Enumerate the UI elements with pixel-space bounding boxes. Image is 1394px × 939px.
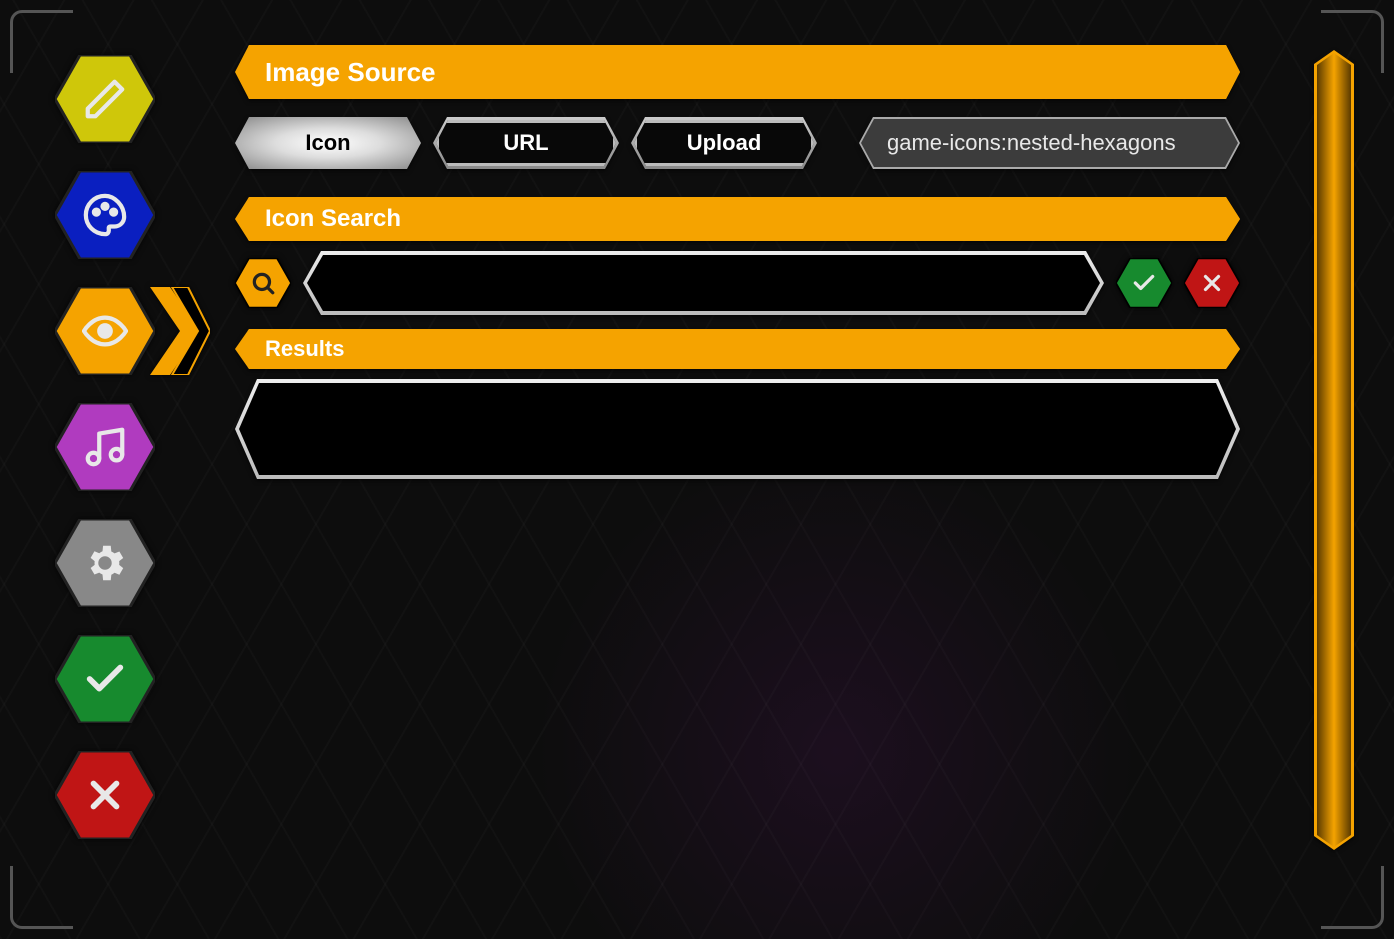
icon-search-input[interactable] <box>333 251 1078 317</box>
section-title: Results <box>235 329 1240 369</box>
scrollbar[interactable] <box>1314 50 1354 850</box>
tab-label: Icon <box>305 130 350 156</box>
tab-upload[interactable]: Upload <box>631 117 817 169</box>
pencil-icon <box>82 76 128 122</box>
tab-label: Upload <box>687 130 762 156</box>
section-header-image-source: Image Source <box>235 45 1240 99</box>
section-title: Image Source <box>235 45 1240 99</box>
image-source-value-text: game-icons:nested-hexagons <box>859 117 1240 169</box>
reject-button[interactable] <box>1184 258 1240 308</box>
sidebar <box>55 55 195 839</box>
sidebar-item-palette[interactable] <box>55 171 155 259</box>
tab-url[interactable]: URL <box>433 117 619 169</box>
close-icon <box>1199 270 1225 296</box>
search-button[interactable] <box>235 258 291 308</box>
accept-button[interactable] <box>1116 258 1172 308</box>
tab-label: URL <box>503 130 548 156</box>
gear-icon <box>82 540 128 586</box>
icon-search-field[interactable] <box>303 251 1104 315</box>
check-icon <box>1131 270 1157 296</box>
eye-icon <box>82 308 128 354</box>
image-source-value: game-icons:nested-hexagons <box>859 117 1240 169</box>
results-box <box>235 379 1240 479</box>
section-header-icon-search: Icon Search <box>235 197 1240 241</box>
tab-icon[interactable]: Icon <box>235 117 421 169</box>
sidebar-item-view[interactable] <box>55 287 155 375</box>
selected-indicator-icon <box>150 287 210 375</box>
sidebar-item-cancel[interactable] <box>55 751 155 839</box>
sidebar-item-settings[interactable] <box>55 519 155 607</box>
check-icon <box>82 656 128 702</box>
section-header-results: Results <box>235 329 1240 369</box>
icon-search-row <box>235 251 1240 315</box>
main-panel: Image Source Icon URL Upload game-icons:… <box>235 45 1240 479</box>
image-source-tabs: Icon URL Upload game-icons:nested-hexago… <box>235 117 1240 169</box>
close-icon <box>82 772 128 818</box>
sidebar-item-edit[interactable] <box>55 55 155 143</box>
sidebar-item-audio[interactable] <box>55 403 155 491</box>
music-icon <box>82 424 128 470</box>
sidebar-item-confirm[interactable] <box>55 635 155 723</box>
section-title: Icon Search <box>235 197 1240 241</box>
palette-icon <box>82 192 128 238</box>
search-icon <box>250 270 276 296</box>
